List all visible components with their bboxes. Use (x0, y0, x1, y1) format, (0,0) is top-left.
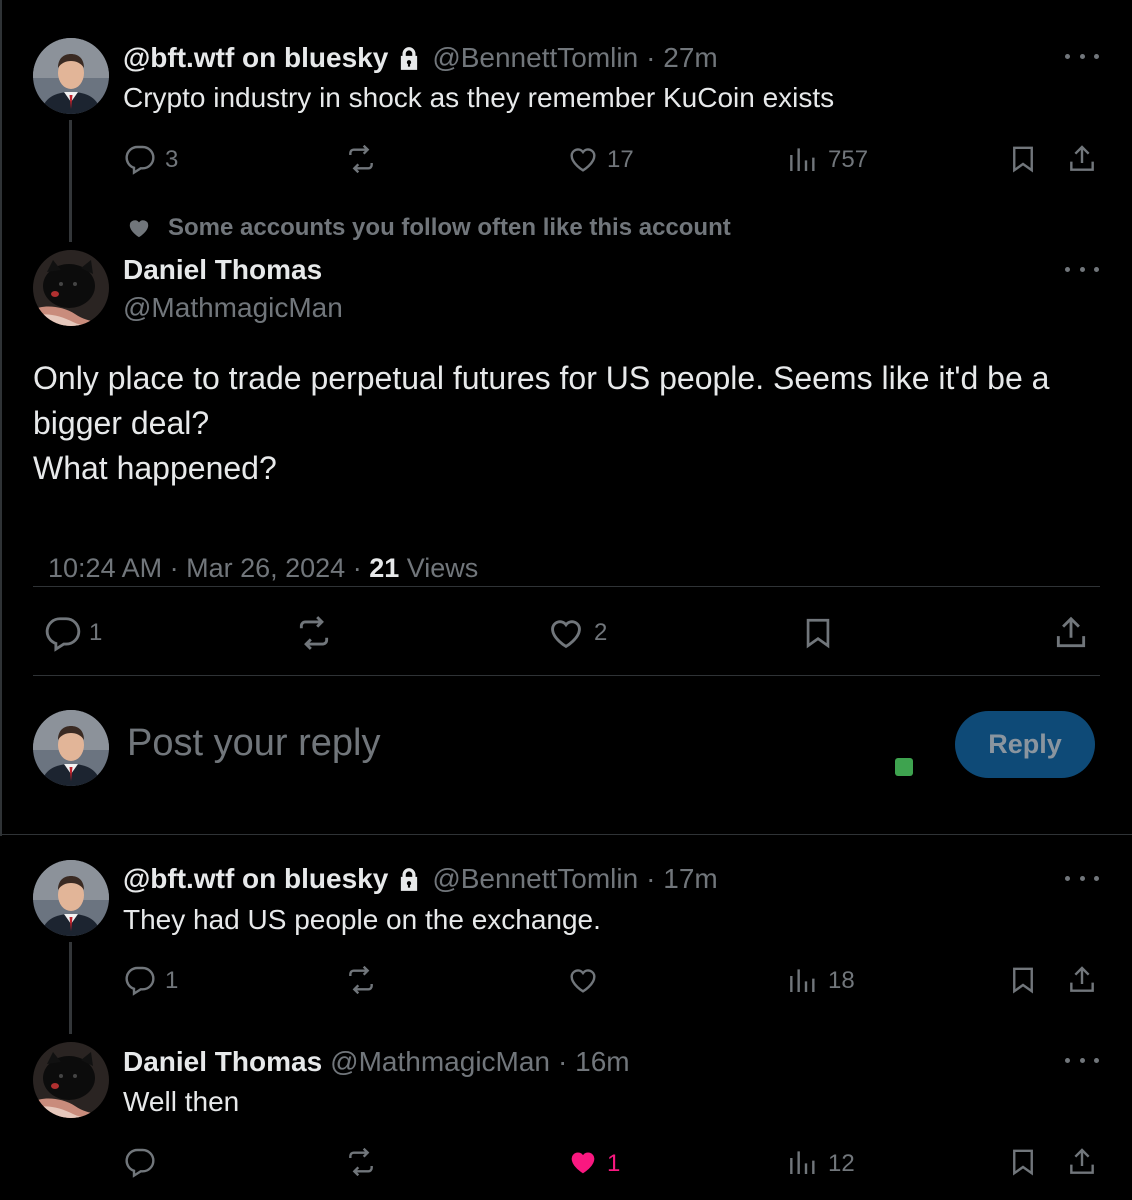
avatar[interactable] (33, 1042, 109, 1118)
like-count: 17 (607, 146, 634, 173)
views-count: 757 (828, 146, 869, 173)
left-border (0, 0, 2, 836)
like-icon[interactable] (566, 1146, 600, 1178)
reply-count: 1 (165, 967, 179, 994)
bookmark-icon[interactable] (801, 614, 835, 652)
like-icon[interactable] (566, 964, 600, 996)
retweet-icon[interactable] (343, 143, 379, 175)
reply-icon[interactable] (124, 1146, 156, 1178)
post-text: They had US people on the exchange. (123, 904, 601, 935)
reply-button[interactable]: Reply (955, 711, 1095, 778)
avatar[interactable] (33, 250, 109, 326)
display-name[interactable]: @bft.wtf on bluesky (123, 42, 388, 74)
divider (33, 586, 1100, 587)
lock-icon (396, 865, 422, 893)
handle[interactable]: @MathmagicMan (123, 292, 343, 324)
lock-icon (396, 44, 422, 72)
divider (33, 675, 1100, 676)
thread-line (69, 942, 72, 1034)
avatar[interactable] (33, 38, 109, 114)
more-icon[interactable] (1065, 264, 1099, 274)
handle[interactable]: @MathmagicMan (330, 1046, 550, 1078)
views-icon[interactable] (786, 143, 818, 175)
views-icon[interactable] (786, 1146, 818, 1178)
more-icon[interactable] (1065, 1055, 1099, 1065)
bookmark-icon[interactable] (1008, 143, 1038, 175)
more-icon[interactable] (1065, 873, 1099, 883)
display-name[interactable]: @bft.wtf on bluesky (123, 863, 388, 895)
social-context-text: Some accounts you follow often like this… (168, 214, 731, 241)
retweet-icon[interactable] (343, 964, 379, 996)
bookmark-icon[interactable] (1008, 964, 1038, 996)
post-text-line: bigger deal? (33, 405, 210, 441)
post-header: @bft.wtf on bluesky @BennettTomlin · 27m (123, 40, 718, 76)
avatar (33, 710, 109, 786)
views-count: 12 (828, 1150, 855, 1177)
heart-small-icon (124, 215, 154, 241)
like-icon[interactable] (546, 614, 586, 652)
like-count: 1 (607, 1150, 621, 1177)
post-time[interactable]: · 16m (558, 1046, 630, 1078)
share-icon[interactable] (1052, 614, 1090, 652)
post-time[interactable]: · 17m (646, 863, 718, 895)
like-icon[interactable] (566, 143, 600, 175)
post-text: Crypto industry in shock as they remembe… (123, 82, 835, 113)
post-text: Well then (123, 1086, 240, 1117)
views-count: 21 (369, 553, 400, 583)
reply-icon[interactable] (124, 964, 156, 996)
handle[interactable]: @BennettTomlin (432, 863, 638, 895)
share-icon[interactable] (1066, 964, 1098, 996)
handle[interactable]: @BennettTomlin (432, 42, 638, 74)
reply-count: 3 (165, 146, 179, 173)
more-icon[interactable] (1065, 51, 1099, 61)
post-meta: 10:24 AM · Mar 26, 2024 · 21 Views (33, 522, 478, 584)
post-text-line: Only place to trade perpetual futures fo… (33, 360, 1050, 396)
share-icon[interactable] (1066, 1146, 1098, 1178)
views-count: 18 (828, 967, 855, 994)
post-header: @bft.wtf on bluesky @BennettTomlin · 17m (123, 861, 718, 897)
post-text: Only place to trade perpetual futures fo… (33, 356, 1049, 491)
reply-icon[interactable] (124, 143, 156, 175)
status-indicator (895, 758, 913, 776)
display-name[interactable]: Daniel Thomas (123, 1046, 322, 1078)
section-divider (0, 834, 1132, 835)
reply-input[interactable]: Post your reply (127, 722, 380, 765)
post-time[interactable]: · 27m (646, 42, 718, 74)
post-header: Daniel Thomas @MathmagicMan · 16m (123, 1044, 630, 1080)
views-icon[interactable] (786, 964, 818, 996)
thread-line (69, 120, 72, 242)
reply-button-label: Reply (988, 729, 1062, 759)
post-text-line: What happened? (33, 450, 277, 486)
avatar[interactable] (33, 860, 109, 936)
social-context: Some accounts you follow often like this… (124, 214, 731, 242)
display-name[interactable]: Daniel Thomas (123, 254, 322, 286)
like-count: 2 (594, 619, 608, 646)
retweet-icon[interactable] (343, 1146, 379, 1178)
bookmark-icon[interactable] (1008, 1146, 1038, 1178)
views-label: Views (399, 553, 479, 583)
reply-icon[interactable] (44, 614, 82, 652)
share-icon[interactable] (1066, 143, 1098, 175)
post-timestamp[interactable]: 10:24 AM · Mar 26, 2024 · (48, 553, 369, 583)
retweet-icon[interactable] (293, 614, 335, 652)
reply-count: 1 (89, 619, 103, 646)
